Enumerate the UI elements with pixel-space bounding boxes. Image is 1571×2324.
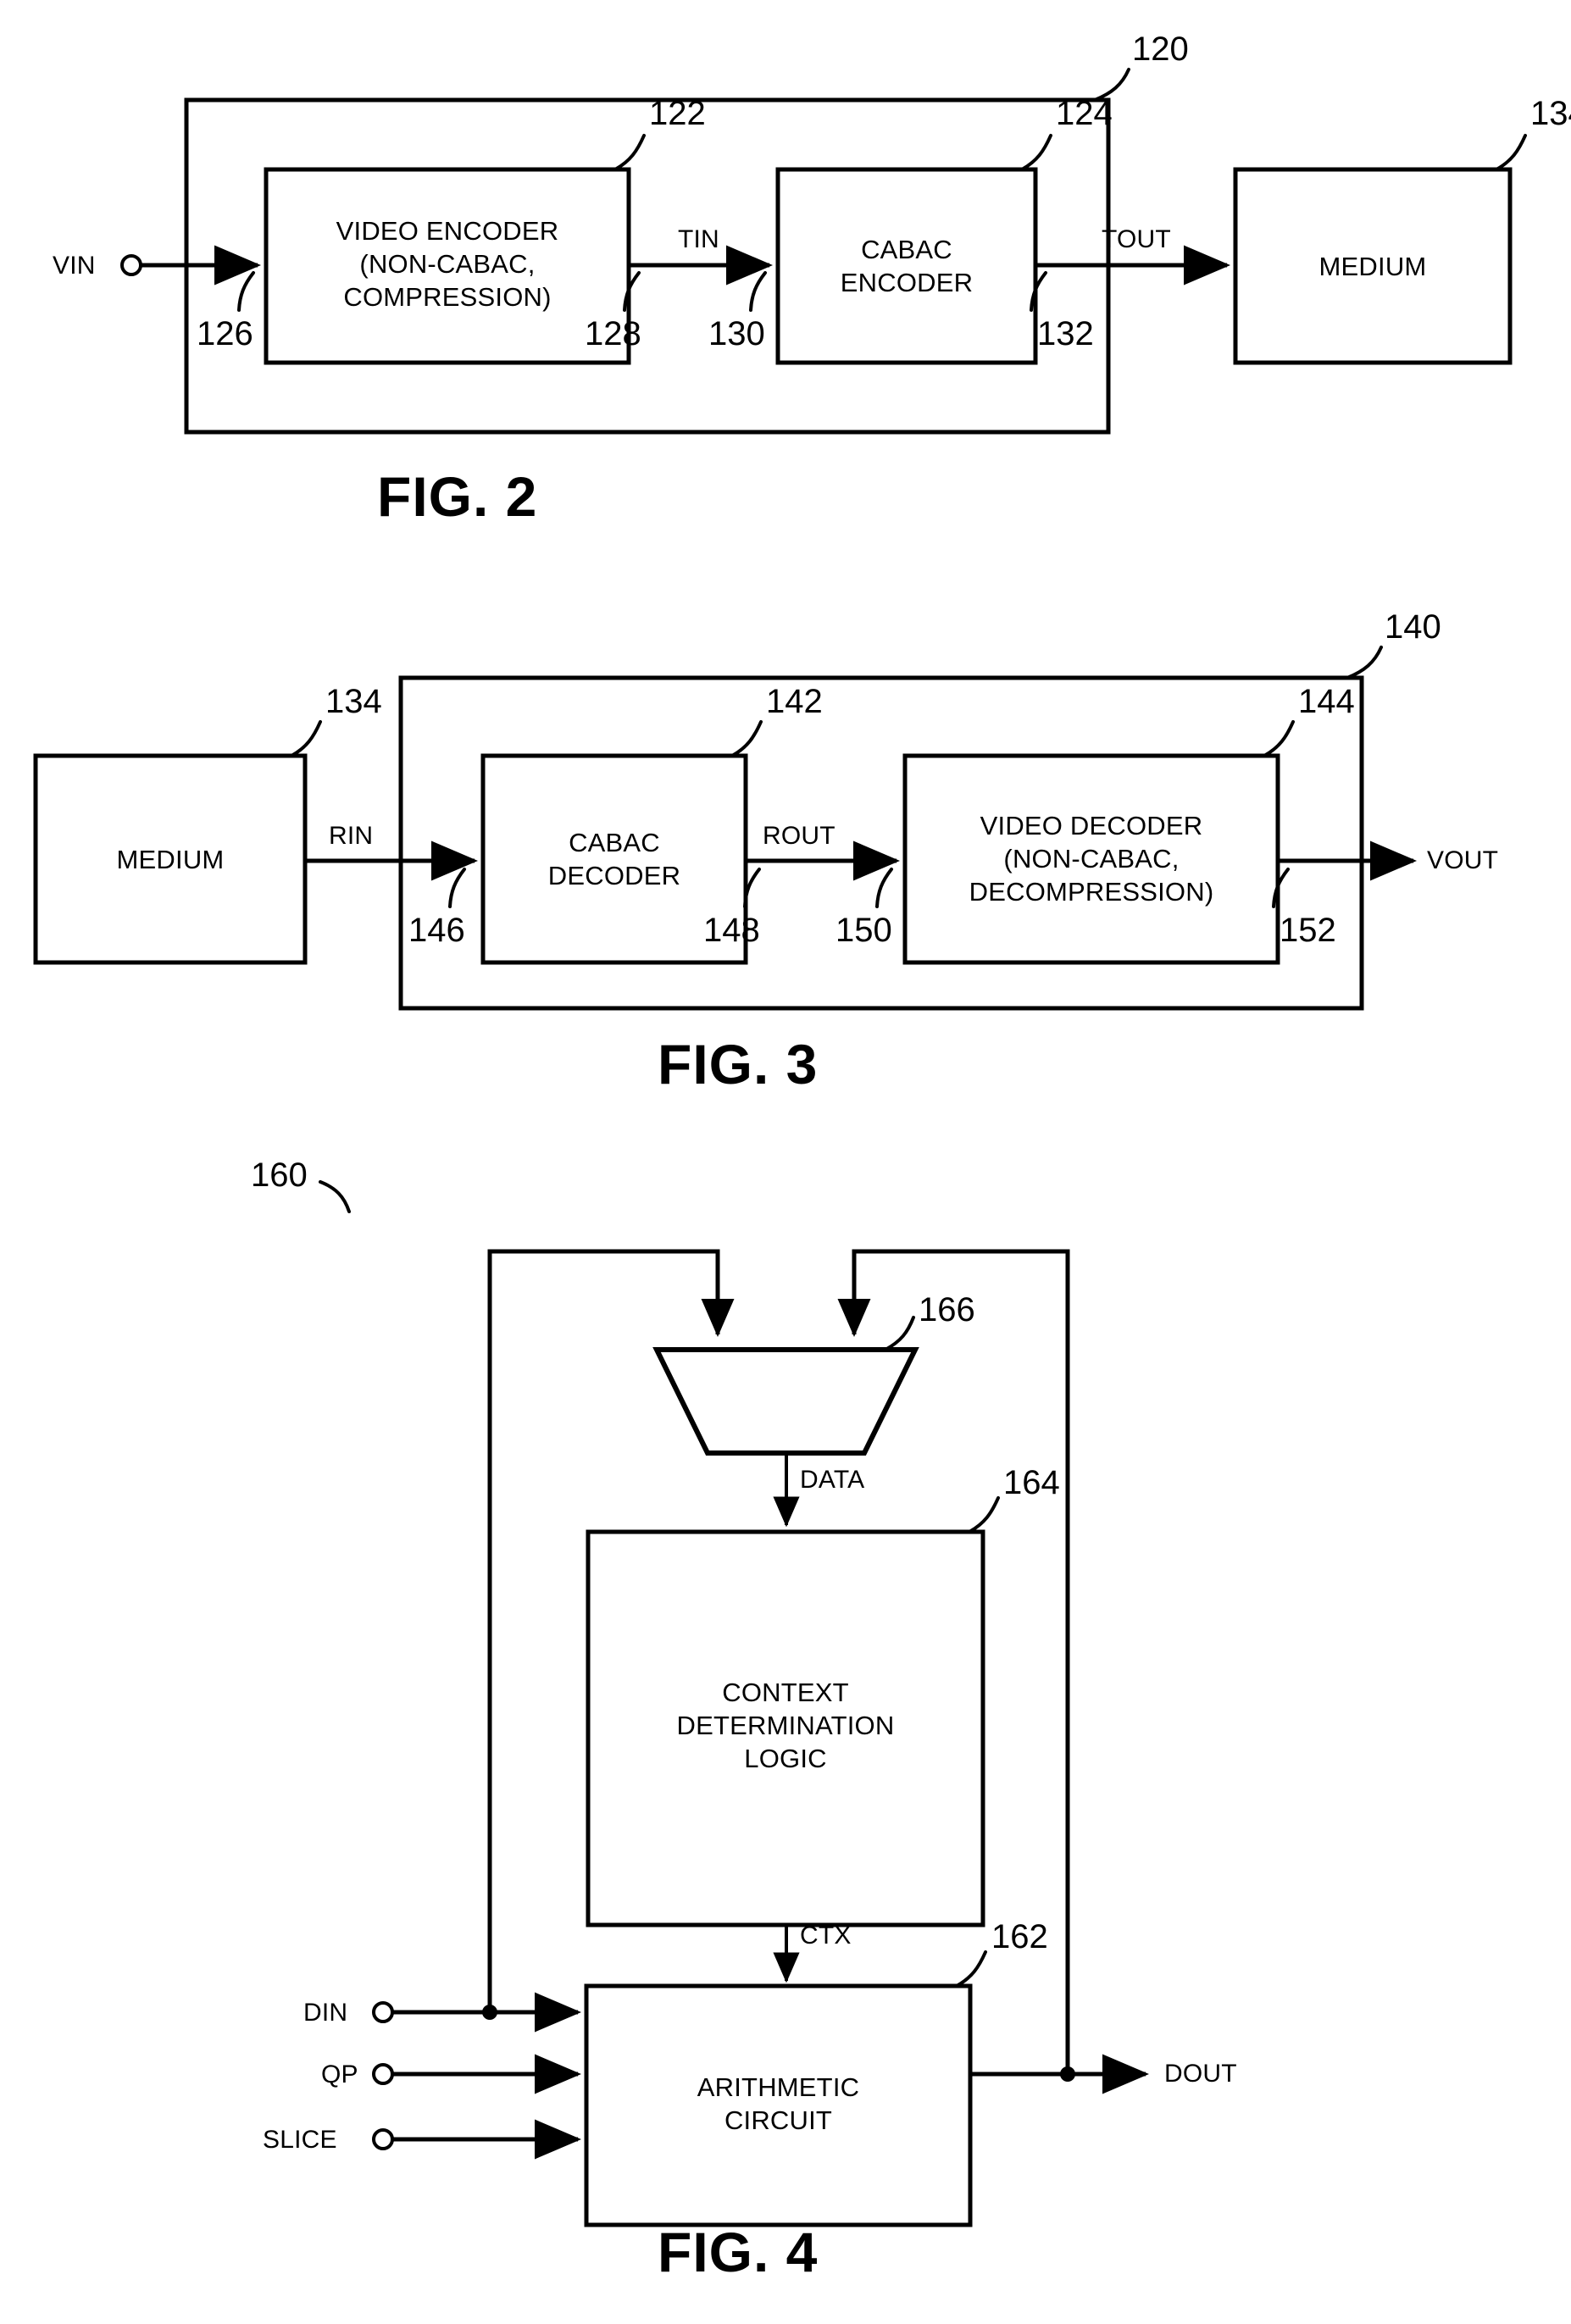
fig3-ref-150: 150	[835, 912, 892, 949]
fig3-leader-140	[1346, 646, 1383, 679]
fig2-tout-signal-label: TOUT	[1102, 225, 1171, 253]
fig3-ref-140: 140	[1385, 608, 1441, 646]
fig2-leader-130	[749, 271, 767, 312]
fig2-medium-label: MEDIUM	[1318, 252, 1427, 281]
fig4-leader-162	[955, 1950, 987, 1988]
fig2-ref-132: 132	[1037, 315, 1094, 352]
fig4-slice-terminal	[372, 2128, 394, 2150]
fig4-ctx-signal-label: CTX	[800, 1922, 852, 1950]
fig4-slice-signal-label: SLICE	[263, 2126, 337, 2154]
fig3-caption: FIG. 3	[658, 1033, 819, 1095]
fig4-ref-164: 164	[1003, 1464, 1060, 1501]
fig4-context-logic-label: CONTEXT DETERMINATION LOGIC	[676, 1678, 895, 1773]
fig3-rin-signal-label: RIN	[329, 822, 374, 850]
fig3-ref-142: 142	[766, 683, 823, 720]
patent-drawing-sheet: VIDEO ENCODER (NON-CABAC, COMPRESSION) C…	[0, 0, 1571, 2324]
fig2-leader-122	[613, 134, 646, 171]
fig2-tin-signal-label: TIN	[678, 225, 719, 253]
fig3-leader-134	[290, 720, 322, 757]
fig2-video-encoder-label: VIDEO ENCODER (NON-CABAC, COMPRESSION)	[336, 216, 559, 312]
fig2-ref-130: 130	[708, 315, 765, 352]
fig2-vin-signal-label: VIN	[53, 252, 96, 280]
fig4-ref-160: 160	[251, 1156, 308, 1194]
fig2-ref-134: 134	[1530, 95, 1571, 132]
fig4-ref-166: 166	[919, 1291, 975, 1328]
fig3-ref-134: 134	[325, 683, 382, 720]
fig2-ref-128: 128	[585, 315, 641, 352]
fig2-leader-134	[1495, 134, 1527, 171]
fig2-leader-124	[1020, 134, 1052, 171]
fig4-din-terminal	[372, 2001, 394, 2023]
fig4-leader-160	[319, 1180, 351, 1213]
fig4-dout-junction-dot	[1060, 2066, 1075, 2082]
fig3-medium-label: MEDIUM	[116, 845, 225, 874]
fig3-leader-144	[1263, 720, 1295, 757]
fig4-qp-signal-label: QP	[321, 2061, 358, 2088]
fig2-vin-terminal	[120, 254, 142, 276]
fig3-cabac-decoder-label: CABAC DECODER	[547, 828, 681, 890]
fig3-rout-signal-label: ROUT	[763, 822, 835, 850]
fig3-vout-signal-label: VOUT	[1427, 846, 1499, 874]
fig3-ref-152: 152	[1280, 912, 1336, 949]
fig4-ref-162: 162	[991, 1918, 1048, 1955]
fig2-ref-124: 124	[1056, 95, 1113, 132]
fig4-caption: FIG. 4	[658, 2221, 819, 2283]
fig2-cabac-encoder-label: CABAC ENCODER	[840, 235, 974, 297]
fig4-data-signal-label: DATA	[800, 1466, 865, 1494]
fig3-leader-150	[875, 868, 893, 908]
fig3-video-decoder-label: VIDEO DECODER (NON-CABAC, DECOMPRESSION)	[969, 811, 1214, 907]
fig2-ref-122: 122	[649, 95, 706, 132]
fig2-ref-126: 126	[197, 315, 253, 352]
fig2-ref-120: 120	[1132, 31, 1189, 68]
fig4-qp-terminal	[372, 2063, 394, 2085]
fig4-dout-signal-label: DOUT	[1164, 2060, 1237, 2088]
fig4-arithmetic-circuit-label: ARITHMETIC CIRCUIT	[697, 2072, 860, 2135]
fig3-leader-146	[448, 868, 466, 908]
fig3-ref-144: 144	[1298, 683, 1355, 720]
fig4-mux-shape	[652, 1347, 919, 1456]
fig3-leader-142	[730, 720, 763, 757]
fig2-leader-126	[237, 271, 255, 312]
fig3-ref-148: 148	[703, 912, 760, 949]
fig4-din-signal-label: DIN	[303, 1999, 348, 2027]
fig3-ref-146: 146	[408, 912, 465, 949]
fig4-leader-166	[884, 1316, 915, 1351]
fig4-leader-164	[968, 1496, 1000, 1534]
fig2-caption: FIG. 2	[377, 465, 538, 528]
fig4-din-junction-dot	[482, 2005, 497, 2020]
